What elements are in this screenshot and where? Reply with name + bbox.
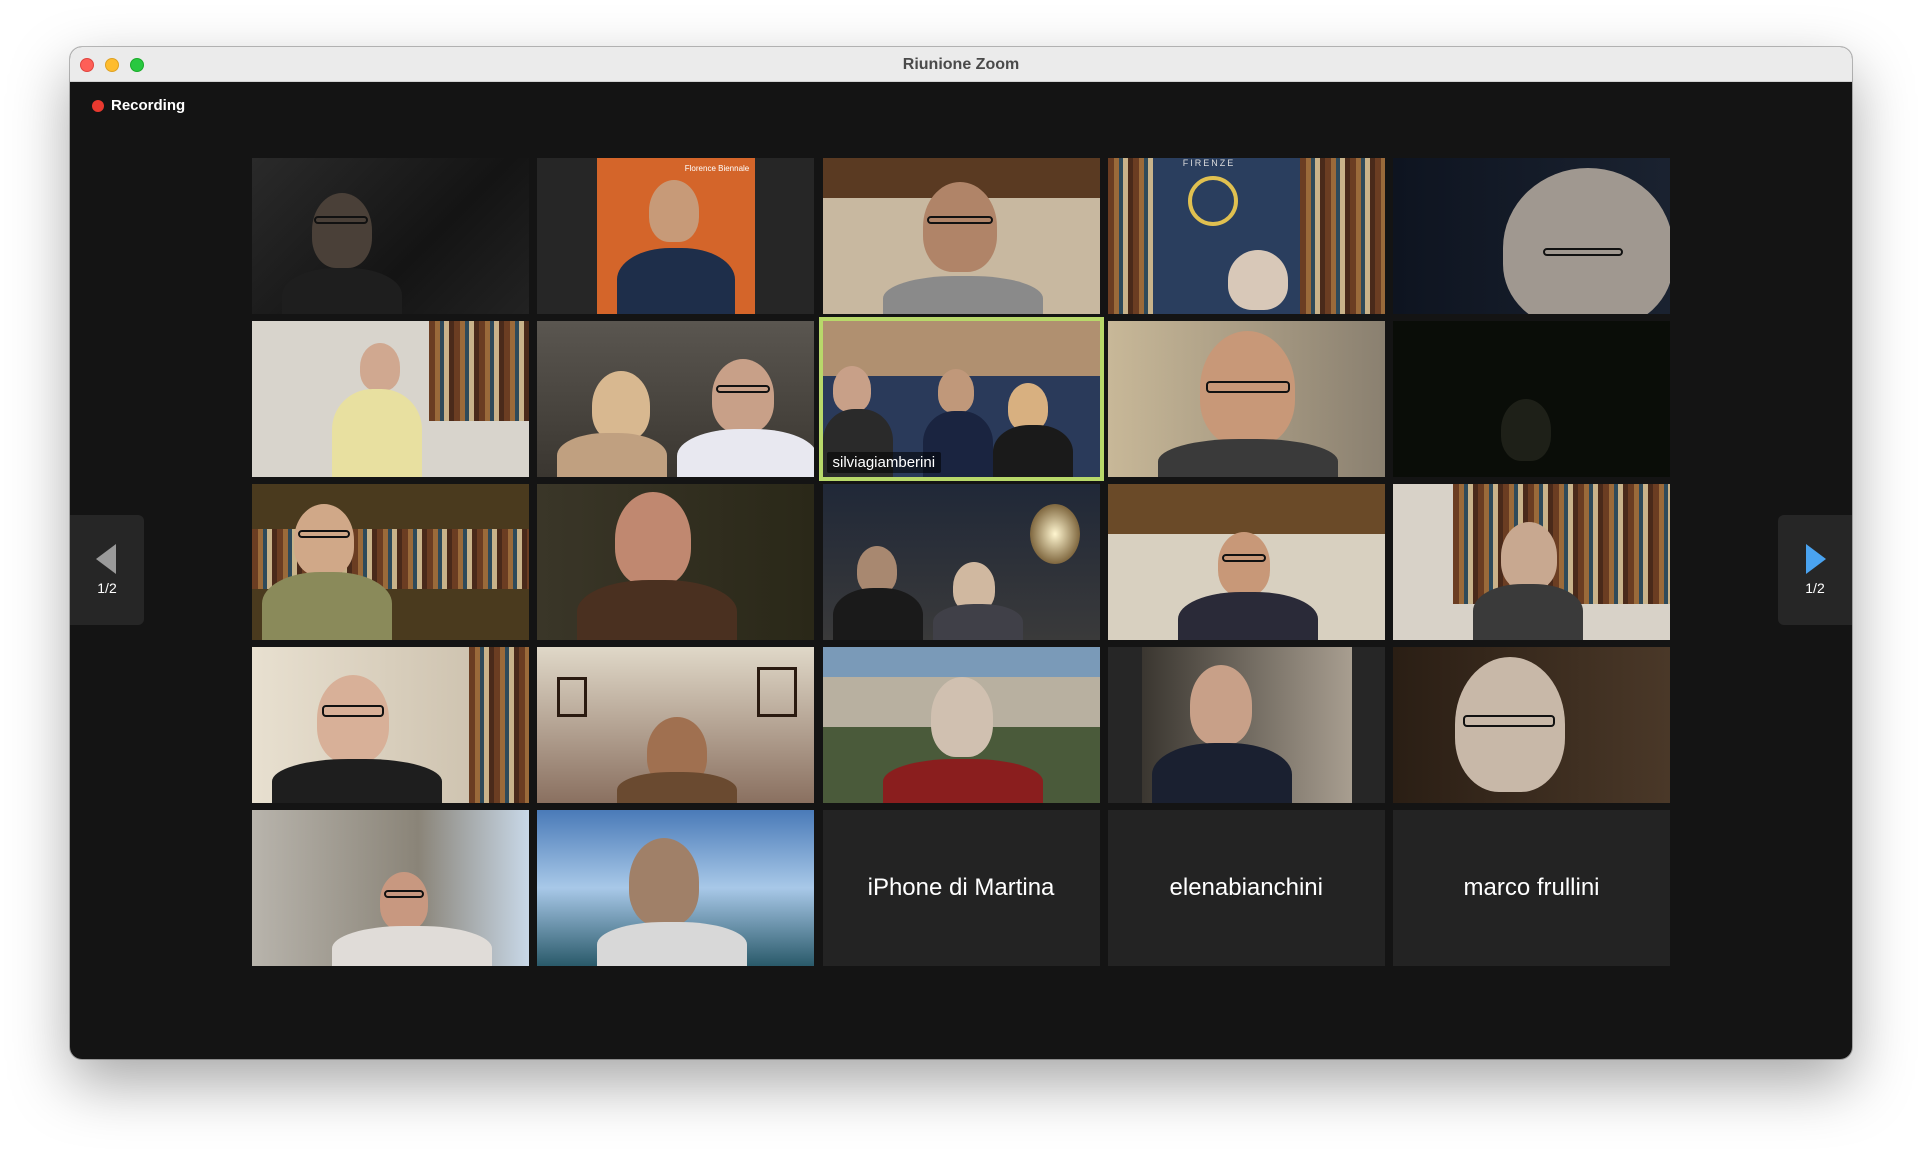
- participant-name-tag: silviagiamberini: [826, 452, 942, 473]
- participant-face: [312, 193, 372, 268]
- title-bar: Riunione Zoom: [70, 47, 1852, 82]
- participant-tile[interactable]: [1393, 321, 1670, 477]
- gallery-grid: Florence Biennale FIRENZE silviagiamberi…: [252, 158, 1670, 966]
- participant-face: [649, 180, 700, 242]
- participant-tile[interactable]: [822, 647, 1100, 803]
- participant-face: [930, 677, 993, 757]
- participant-face: [360, 343, 400, 391]
- recording-indicator[interactable]: Recording: [92, 97, 185, 114]
- participant-tile-active-speaker[interactable]: silviagiamberini: [818, 317, 1104, 481]
- next-page-button[interactable]: 1/2: [1778, 515, 1852, 625]
- participant-tile[interactable]: [1393, 484, 1670, 640]
- participant-tile-video-off[interactable]: marco frullini: [1393, 810, 1670, 966]
- previous-page-button[interactable]: 1/2: [70, 515, 144, 625]
- participant-face: [1217, 532, 1270, 596]
- participant-tile[interactable]: [252, 321, 529, 477]
- participant-tile[interactable]: [822, 158, 1100, 314]
- participant-tile[interactable]: [252, 158, 529, 314]
- participant-tile[interactable]: [537, 484, 815, 640]
- participant-tile-video-off[interactable]: elenabianchini: [1107, 810, 1385, 966]
- previous-page-label: 1/2: [97, 580, 117, 596]
- participant-face: [1189, 665, 1252, 745]
- lamp-light: [1029, 504, 1080, 564]
- participant-tile[interactable]: [1107, 484, 1385, 640]
- wall-picture: [557, 677, 588, 717]
- next-page-label: 1/2: [1805, 580, 1825, 596]
- participant-face: [1007, 383, 1048, 431]
- participant-face: [937, 369, 974, 413]
- wall-picture: [757, 667, 798, 717]
- participant-face: [856, 546, 897, 594]
- participant-face: [592, 371, 651, 441]
- participant-tile[interactable]: [1393, 158, 1670, 314]
- participant-name: elenabianchini: [1169, 874, 1323, 901]
- participant-face: [380, 872, 428, 930]
- triangle-right-icon: [1806, 544, 1826, 574]
- participant-face: [832, 366, 871, 412]
- participant-face: [922, 182, 997, 272]
- participant-name: iPhone di Martina: [867, 874, 1055, 901]
- triangle-left-icon: [96, 544, 116, 574]
- video-frame: Florence Biennale: [597, 158, 756, 314]
- participant-face: [317, 675, 389, 763]
- participant-tile[interactable]: [537, 647, 815, 803]
- participant-tile[interactable]: [252, 647, 529, 803]
- participant-tile[interactable]: [537, 810, 815, 966]
- participant-tile[interactable]: [252, 484, 529, 640]
- window-title: Riunione Zoom: [902, 56, 1020, 73]
- participant-tile[interactable]: [537, 321, 815, 477]
- participant-tile[interactable]: [1393, 647, 1670, 803]
- background-text: FIRENZE: [1182, 158, 1236, 168]
- participant-name: marco frullini: [1463, 874, 1600, 901]
- participant-face: [1501, 522, 1557, 590]
- participant-tile[interactable]: [822, 484, 1100, 640]
- participant-tile[interactable]: Florence Biennale: [537, 158, 815, 314]
- recording-label: Recording: [111, 97, 186, 114]
- participant-tile[interactable]: FIRENZE: [1107, 158, 1385, 314]
- participant-tile[interactable]: [1107, 321, 1385, 477]
- poster-text: Florence Biennale: [684, 164, 750, 173]
- participant-tile-video-off[interactable]: iPhone di Martina: [822, 810, 1100, 966]
- video-frame: [1141, 647, 1352, 803]
- participant-face: [629, 838, 700, 926]
- participant-face: [712, 359, 775, 433]
- participant-face: [1227, 250, 1288, 310]
- recording-dot-icon: [92, 99, 104, 112]
- participant-tile[interactable]: [1107, 647, 1385, 803]
- participant-face: [294, 504, 354, 576]
- participant-face: [615, 492, 692, 586]
- participant-face: [1501, 399, 1551, 461]
- participant-face: [1503, 168, 1670, 314]
- zoom-window: Riunione Zoom Recording 1/2 1/2 Florence…: [70, 47, 1852, 1059]
- rotary-emblem: [1187, 176, 1238, 226]
- participant-tile[interactable]: [252, 810, 529, 966]
